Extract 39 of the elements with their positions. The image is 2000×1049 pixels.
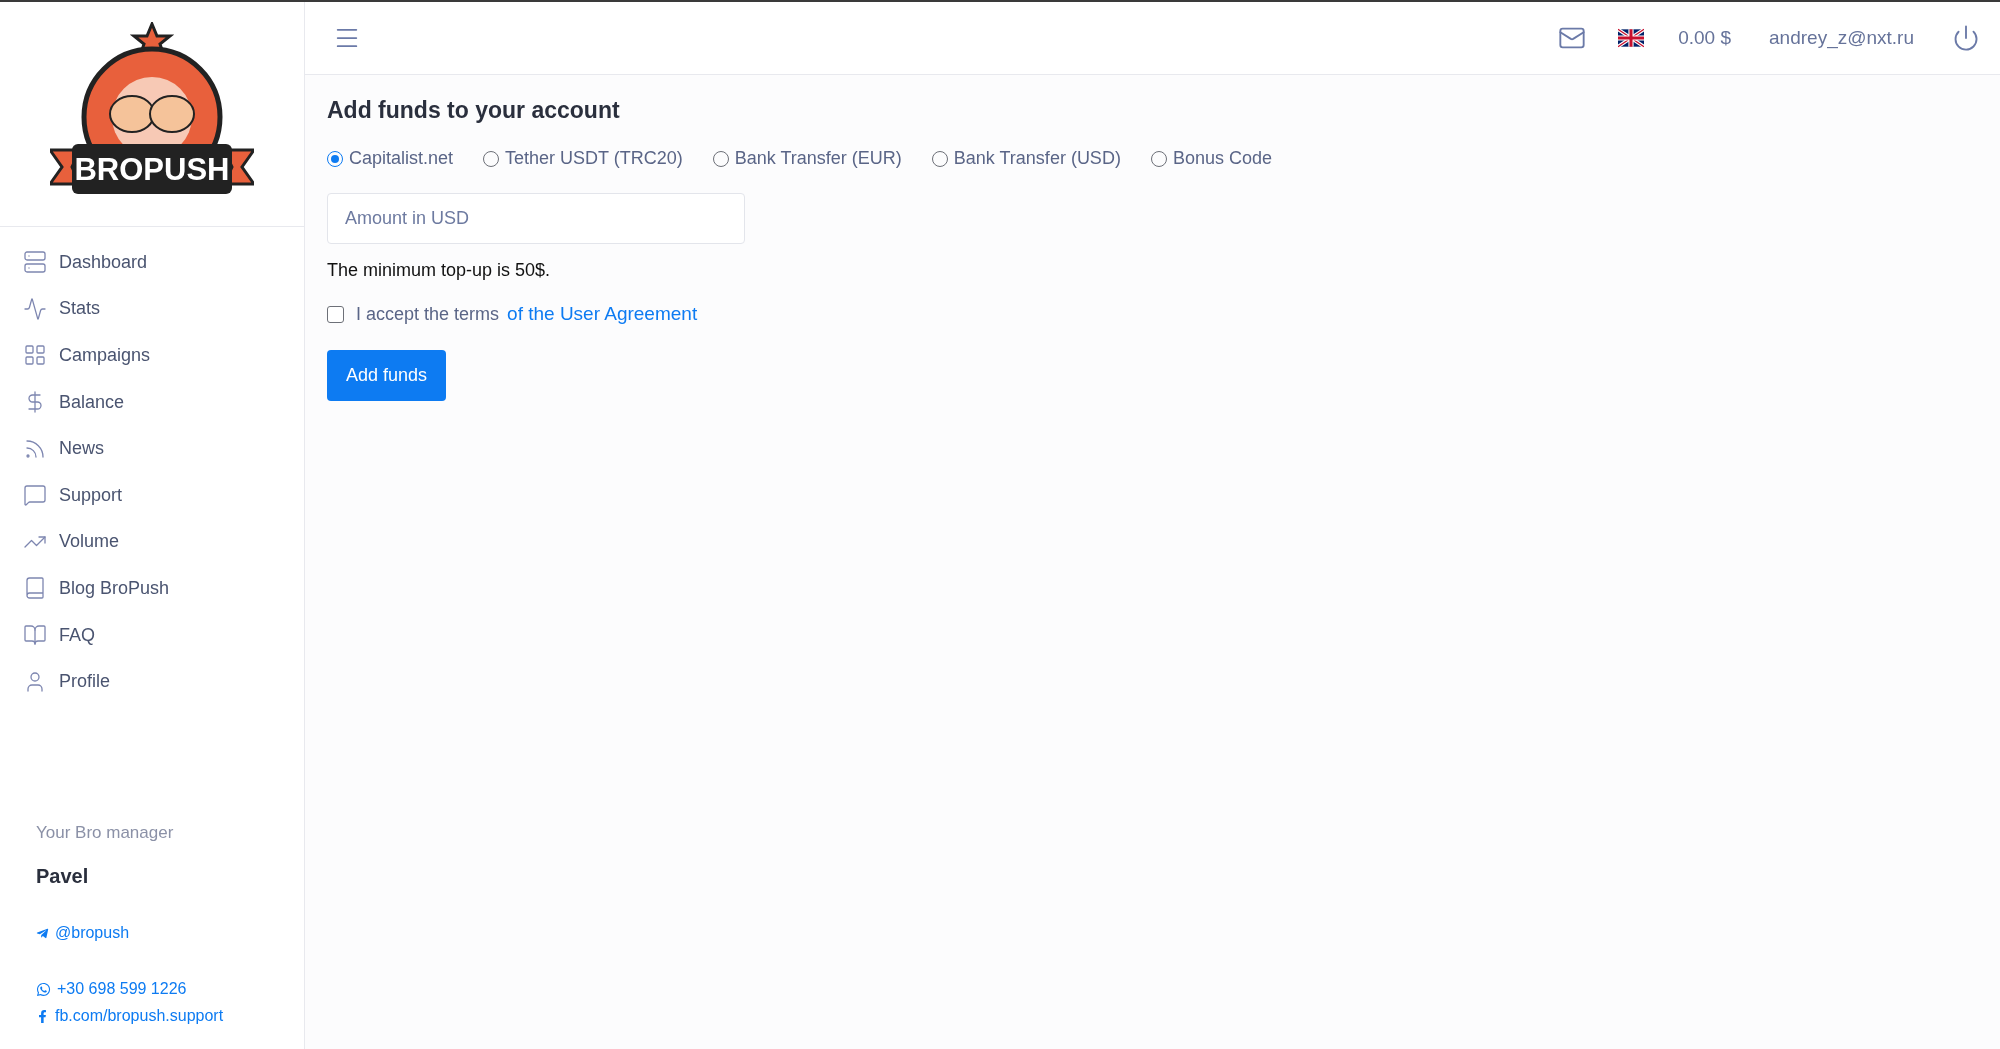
amount-input[interactable]: Amount in USD <box>327 193 745 244</box>
whatsapp-icon <box>36 981 51 997</box>
phone-link[interactable]: +30 698 599 1226 <box>36 980 304 998</box>
nav-icon <box>23 576 47 601</box>
language-button[interactable] <box>1618 28 1645 48</box>
sidebar-item[interactable]: Volume <box>0 518 304 566</box>
user-email: andrey_z@nxt.ru <box>1769 27 1914 49</box>
payment-method-radio[interactable]: Capitalist.net <box>327 148 454 169</box>
sidebar-item[interactable]: Stats <box>0 285 304 333</box>
payment-method-radio[interactable]: Bank Transfer (USD) <box>931 148 1121 169</box>
terms-checkbox[interactable] <box>327 305 344 323</box>
facebook-link[interactable]: fb.com/bropush.support <box>36 1007 304 1025</box>
payment-method-radio[interactable]: Bank Transfer (EUR) <box>712 148 902 169</box>
balance-amount: 0.00 $ <box>1678 27 1732 49</box>
terms-label: I accept the terms <box>356 303 500 325</box>
sidebar-item[interactable]: Support <box>0 471 304 519</box>
telegram-icon <box>36 926 49 940</box>
sidebar-item[interactable]: Balance <box>0 378 304 426</box>
page-title: Add funds to your account <box>327 97 620 124</box>
agreement-link[interactable]: of the User Agreement <box>507 303 698 325</box>
logout-button[interactable] <box>1952 24 1980 52</box>
payment-method-radio[interactable]: Bonus Code <box>1150 148 1272 169</box>
payment-method-radio[interactable]: Tether USDT (TRC20) <box>483 148 683 169</box>
sidebar-item[interactable]: Blog BroPush <box>0 565 304 612</box>
facebook-icon <box>36 1009 49 1023</box>
nav-icon <box>23 296 47 321</box>
telegram-link[interactable]: @bropush <box>36 924 304 942</box>
sidebar-item[interactable]: FAQ <box>0 611 304 659</box>
add-funds-button[interactable]: Add funds <box>327 350 446 401</box>
manager-heading: Your Bro manager <box>36 823 175 843</box>
sidebar-item[interactable]: News <box>0 425 304 472</box>
nav-icon <box>23 343 47 368</box>
nav-icon <box>23 483 47 508</box>
minimum-note: The minimum top-up is 50$. <box>327 260 551 281</box>
nav-icon <box>23 250 47 275</box>
manager-name: Pavel <box>36 865 90 888</box>
sidebar-item[interactable]: Campaigns <box>0 332 304 379</box>
sidebar-item[interactable]: Dashboard <box>0 239 304 286</box>
sidebar-item[interactable]: Profile <box>0 658 304 705</box>
